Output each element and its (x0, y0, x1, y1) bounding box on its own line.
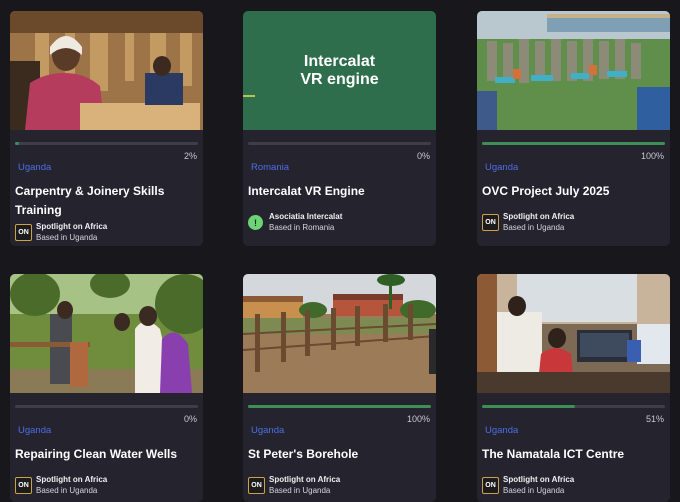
project-image[interactable] (477, 274, 670, 393)
funding-progress-fill (482, 405, 576, 408)
project-card[interactable]: 2% Uganda Carpentry & Joinery Skills Tra… (10, 11, 203, 246)
organization-name: Asociatia Intercalat (269, 212, 343, 221)
organization-base: Based in Uganda (36, 233, 98, 242)
spotlight-on-africa-logo-icon: ON (482, 214, 499, 231)
organization-name: Spotlight on Africa (36, 475, 108, 484)
spotlight-on-africa-logo-icon: ON (15, 477, 32, 494)
funding-progress-percent: 100% (640, 151, 664, 161)
funding-progress-bar (482, 405, 665, 408)
asociatia-intercalat-logo-icon: ! (248, 215, 263, 230)
funding-progress-percent: 0% (416, 151, 430, 161)
country-link[interactable]: Uganda (251, 425, 284, 436)
project-image[interactable]: Intercalat VR engine (243, 11, 436, 130)
funding-progress-bar (15, 142, 198, 145)
organization-name: Spotlight on Africa (269, 475, 341, 484)
project-title[interactable]: St Peter's Borehole (248, 445, 428, 464)
project-image[interactable] (10, 11, 203, 130)
organization-name: Spotlight on Africa (503, 212, 575, 221)
funding-progress-percent: 2% (183, 151, 197, 161)
funding-progress-fill (248, 405, 431, 408)
project-card[interactable]: 100% Uganda St Peter's Borehole ON Spotl… (243, 274, 436, 502)
funding-progress-bar (248, 405, 431, 408)
project-card[interactable]: Intercalat VR engine 0% Romania Intercal… (243, 11, 436, 246)
project-card[interactable]: 0% Uganda Repairing Clean Water Wells ON… (10, 274, 203, 502)
funding-progress-bar (482, 142, 665, 145)
organization-base: Based in Uganda (503, 486, 565, 495)
project-card[interactable]: 100% Uganda OVC Project July 2025 ON Spo… (477, 11, 670, 246)
spotlight-on-africa-logo-icon: ON (248, 477, 265, 494)
project-title[interactable]: The Namatala ICT Centre (482, 445, 662, 464)
funding-progress-percent: 51% (645, 414, 664, 424)
project-title[interactable]: OVC Project July 2025 (482, 182, 662, 201)
funding-progress-fill (15, 142, 19, 145)
funding-progress-percent: 0% (183, 414, 197, 424)
country-link[interactable]: Uganda (18, 162, 51, 173)
organization-base: Based in Uganda (503, 223, 565, 232)
country-link[interactable]: Uganda (485, 162, 518, 173)
project-title[interactable]: Intercalat VR Engine (248, 182, 428, 201)
funding-progress-fill (482, 142, 665, 145)
project-image[interactable] (10, 274, 203, 393)
image-title-line2: VR engine (300, 71, 379, 88)
image-accent-line (243, 95, 255, 97)
organization-name: Spotlight on Africa (503, 475, 575, 484)
funding-progress-bar (248, 142, 431, 145)
project-title[interactable]: Carpentry & Joinery Skills Training (15, 182, 195, 220)
country-link[interactable]: Romania (251, 162, 289, 173)
organization-base: Based in Romania (269, 223, 335, 232)
spotlight-on-africa-logo-icon: ON (15, 224, 32, 241)
project-title[interactable]: Repairing Clean Water Wells (15, 445, 195, 464)
organization-base: Based in Uganda (36, 486, 98, 495)
organization-base: Based in Uganda (269, 486, 331, 495)
organization-name: Spotlight on Africa (36, 222, 108, 231)
project-card[interactable]: 51% Uganda The Namatala ICT Centre ON Sp… (477, 274, 670, 502)
project-image[interactable] (477, 11, 670, 130)
project-image[interactable] (243, 274, 436, 393)
country-link[interactable]: Uganda (18, 425, 51, 436)
image-title-line1: Intercalat (303, 53, 376, 70)
funding-progress-percent: 100% (406, 414, 430, 424)
funding-progress-bar (15, 405, 198, 408)
country-link[interactable]: Uganda (485, 425, 518, 436)
spotlight-on-africa-logo-icon: ON (482, 477, 499, 494)
